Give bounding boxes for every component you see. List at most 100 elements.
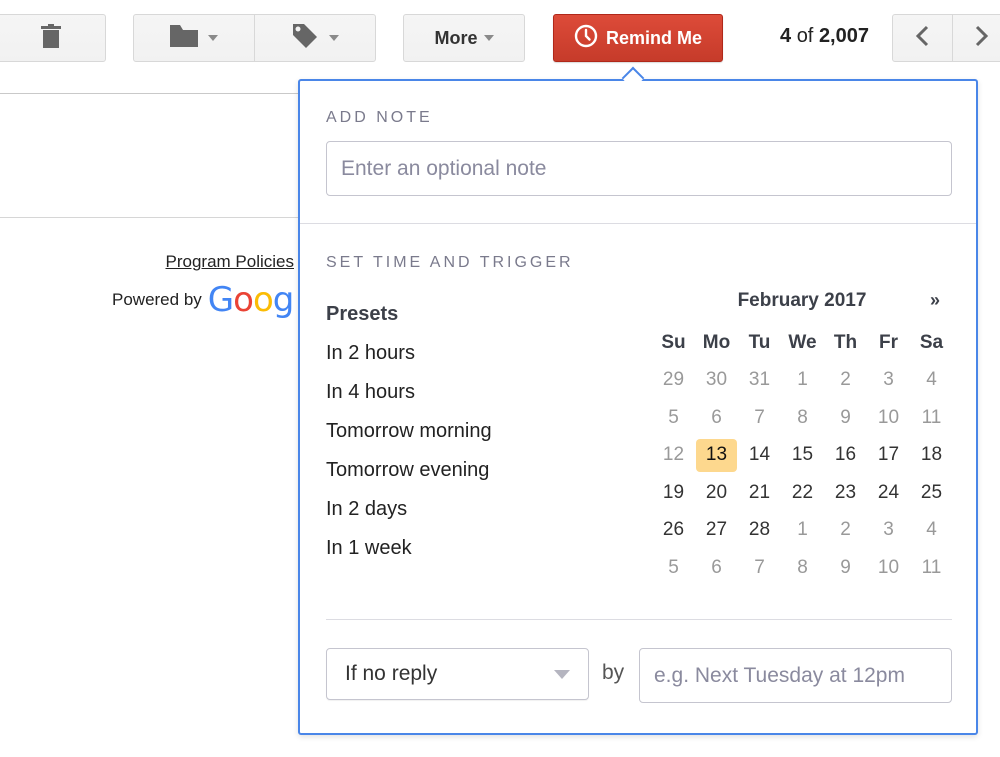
calendar-day-selected[interactable]: 13	[696, 438, 737, 472]
calendar-day[interactable]: 1	[782, 514, 823, 548]
calendar-day[interactable]: 6	[696, 551, 737, 585]
google-logo-letter: o	[233, 280, 254, 320]
calendar-day[interactable]: 3	[868, 364, 909, 398]
counter-total: 2,007	[818, 25, 869, 47]
calendar-day[interactable]: 17	[868, 439, 909, 473]
presets-list: Presets In 2 hours In 4 hours Tomorrow m…	[326, 303, 492, 576]
next-month-button[interactable]: »	[930, 290, 940, 311]
clock-icon	[574, 24, 598, 53]
set-time-label: SET TIME AND TRIGGER	[326, 254, 574, 271]
divider	[0, 93, 300, 94]
calendar-day[interactable]: 8	[782, 551, 823, 585]
google-logo-letter: G	[207, 280, 234, 320]
calendar-day[interactable]: 30	[696, 364, 737, 398]
delete-button[interactable]	[0, 14, 106, 62]
calendar-day[interactable]: 9	[825, 401, 866, 435]
calendar-day[interactable]: 19	[653, 476, 694, 510]
calendar-day[interactable]: 28	[739, 514, 780, 548]
preset-in-2-days[interactable]: In 2 days	[326, 498, 492, 537]
preset-in-2-hours[interactable]: In 2 hours	[326, 342, 492, 381]
calendar-day[interactable]: 11	[911, 401, 952, 435]
calendar-day[interactable]: 10	[868, 401, 909, 435]
weekday-header: We	[788, 331, 817, 353]
calendar-day[interactable]: 24	[868, 476, 909, 510]
message-counter: 4 of 2,007	[780, 25, 869, 48]
footer-clip: Powered by Goog	[0, 240, 298, 320]
remind-me-popup: ADD NOTE SET TIME AND TRIGGER Presets In…	[298, 79, 978, 735]
weekday-header: Sa	[919, 331, 944, 353]
calendar-grid: Su Mo Tu We Th Fr Sa 29 30 31 1 2 3 4 5 6 7 8 9 10 11 12 13 14 1…	[652, 324, 952, 587]
powered-by: Powered by Goog	[112, 280, 295, 320]
calendar-day[interactable]: 6	[696, 401, 737, 435]
calendar-day[interactable]: 22	[782, 476, 823, 510]
google-logo-letter: o	[252, 280, 274, 320]
calendar-day[interactable]: 25	[911, 476, 952, 510]
calendar-day[interactable]: 5	[653, 401, 694, 435]
calendar-day[interactable]: 14	[739, 439, 780, 473]
presets-heading: Presets	[326, 303, 399, 325]
preset-tomorrow-evening[interactable]: Tomorrow evening	[326, 459, 492, 498]
chevron-right-icon	[975, 25, 989, 52]
calendar-day[interactable]: 21	[739, 476, 780, 510]
remind-me-button[interactable]: Remind Me	[553, 14, 723, 62]
more-label: More	[434, 27, 478, 48]
calendar-day[interactable]: 9	[825, 551, 866, 585]
google-logo: Goog	[207, 280, 295, 320]
divider	[326, 619, 952, 620]
chevron-down-icon	[483, 35, 494, 41]
calendar-day[interactable]: 20	[696, 476, 737, 510]
counter-current: 4	[780, 25, 792, 47]
calendar-day[interactable]: 1	[782, 364, 823, 398]
older-button[interactable]	[951, 15, 1000, 61]
calendar-day[interactable]: 16	[825, 439, 866, 473]
calendar-day[interactable]: 11	[911, 551, 952, 585]
calendar-month-title: February 2017	[737, 290, 867, 311]
move-labels-group	[133, 14, 376, 62]
trigger-select[interactable]: If no reply	[326, 648, 589, 700]
folder-icon	[170, 24, 198, 52]
weekday-header: Su	[661, 331, 686, 353]
chevron-down-icon	[208, 35, 218, 41]
calendar: February 2017 » Su Mo Tu We Th Fr Sa 29 30 31 1 2 3 4…	[652, 286, 952, 587]
calendar-day[interactable]: 15	[782, 439, 823, 473]
chevron-down-icon	[554, 670, 570, 679]
more-button[interactable]: More	[403, 14, 525, 62]
calendar-day[interactable]: 8	[782, 401, 823, 435]
calendar-day[interactable]: 4	[911, 514, 952, 548]
calendar-day[interactable]: 29	[653, 364, 694, 398]
remind-me-label: Remind Me	[605, 27, 702, 48]
by-label: by	[602, 661, 625, 684]
calendar-day[interactable]: 12	[653, 439, 694, 473]
labels-button[interactable]	[254, 15, 375, 61]
time-input[interactable]	[639, 648, 952, 703]
calendar-day[interactable]: 7	[739, 551, 780, 585]
newer-button[interactable]	[893, 15, 952, 61]
weekday-header: Tu	[748, 331, 771, 353]
calendar-day[interactable]: 4	[911, 364, 952, 398]
calendar-day[interactable]: 2	[825, 514, 866, 548]
preset-in-1-week[interactable]: In 1 week	[326, 537, 492, 576]
chevron-down-icon	[329, 35, 339, 41]
calendar-day[interactable]: 23	[825, 476, 866, 510]
toolbar: More Remind Me 4 of 2,007	[0, 0, 1000, 80]
pagination-group	[892, 14, 1000, 62]
calendar-day[interactable]: 2	[825, 364, 866, 398]
add-note-label: ADD NOTE	[326, 109, 433, 126]
calendar-day[interactable]: 31	[739, 364, 780, 398]
note-input[interactable]	[326, 141, 952, 196]
calendar-day[interactable]: 5	[653, 551, 694, 585]
calendar-day[interactable]: 7	[739, 401, 780, 435]
weekday-header: Mo	[702, 331, 731, 353]
preset-in-4-hours[interactable]: In 4 hours	[326, 381, 492, 420]
calendar-day[interactable]: 10	[868, 551, 909, 585]
weekday-header: Th	[833, 331, 858, 353]
calendar-day[interactable]: 26	[653, 514, 694, 548]
chevron-left-icon	[915, 25, 929, 52]
calendar-day[interactable]: 3	[868, 514, 909, 548]
calendar-day[interactable]: 27	[696, 514, 737, 548]
google-logo-letter: g	[272, 280, 295, 320]
preset-tomorrow-morning[interactable]: Tomorrow morning	[326, 420, 492, 459]
move-to-button[interactable]	[134, 15, 254, 61]
calendar-day[interactable]: 18	[911, 439, 952, 473]
calendar-header: February 2017 »	[652, 286, 952, 324]
